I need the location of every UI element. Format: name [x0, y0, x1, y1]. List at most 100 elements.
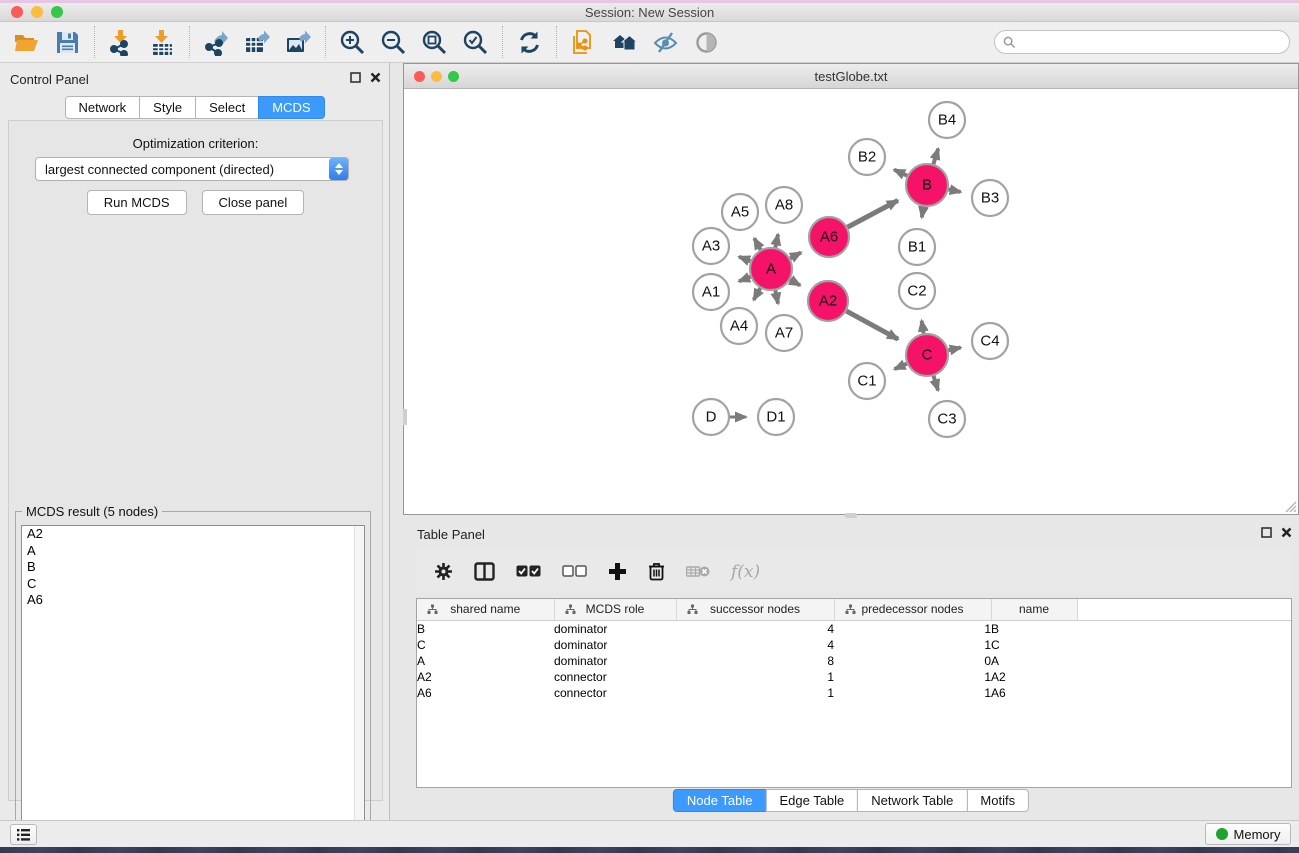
edge-A-A8[interactable]: [775, 234, 778, 248]
zoom-fit-icon[interactable]: [421, 29, 448, 56]
splitter-handle[interactable]: [403, 409, 407, 425]
zoom-in-icon[interactable]: [339, 29, 366, 56]
cell-predecessor-nodes[interactable]: 1: [834, 669, 991, 685]
node-C4[interactable]: C4: [972, 323, 1008, 359]
tab-motifs[interactable]: Motifs: [966, 789, 1029, 812]
node-A2[interactable]: A2: [808, 281, 848, 321]
edge-A6-B[interactable]: [847, 200, 898, 227]
cell-name[interactable]: A2: [991, 669, 1077, 685]
tab-network[interactable]: Network: [64, 96, 140, 119]
cell-name[interactable]: A: [991, 653, 1077, 669]
edge-A-A4[interactable]: [754, 287, 761, 300]
tab-node-table[interactable]: Node Table: [673, 789, 767, 812]
clone-network-icon[interactable]: [570, 29, 597, 56]
edge-A-A2[interactable]: [789, 279, 800, 285]
node-C[interactable]: C: [906, 334, 948, 376]
cell-successor-nodes[interactable]: 8: [676, 653, 834, 669]
splitter-handle[interactable]: [845, 513, 857, 518]
cell-successor-nodes[interactable]: 4: [676, 637, 834, 653]
tab-edge-table[interactable]: Edge Table: [765, 789, 858, 812]
optimization-criterion-select[interactable]: largest connected component (directed): [35, 157, 349, 181]
cell-MCDS-role[interactable]: dominator: [554, 653, 676, 669]
table-row[interactable]: Adominator80A: [417, 653, 1292, 669]
edge-A-A3[interactable]: [739, 257, 751, 262]
show-panels-button[interactable]: [10, 824, 37, 845]
node-A7[interactable]: A7: [766, 315, 802, 351]
delete-column-icon[interactable]: [648, 562, 665, 581]
edge-B-B1[interactable]: [922, 206, 924, 218]
tab-network-table[interactable]: Network Table: [857, 789, 967, 812]
mcds-result-item[interactable]: A6: [22, 592, 364, 609]
cell-predecessor-nodes[interactable]: 1: [834, 637, 991, 653]
close-panel-icon[interactable]: [1281, 527, 1292, 538]
import-network-icon[interactable]: [108, 29, 135, 56]
edge-A-A5[interactable]: [754, 238, 761, 250]
column-header-successor-nodes[interactable]: successor nodes: [676, 599, 834, 620]
memory-button[interactable]: Memory: [1205, 823, 1291, 845]
search-field[interactable]: [994, 30, 1290, 54]
node-B2[interactable]: B2: [849, 139, 885, 175]
node-B4[interactable]: B4: [929, 102, 965, 138]
edge-A-A6[interactable]: [789, 252, 801, 258]
node-C1[interactable]: C1: [849, 363, 885, 399]
cell-MCDS-role[interactable]: dominator: [554, 637, 676, 653]
tab-mcds[interactable]: MCDS: [258, 96, 324, 119]
node-B[interactable]: B: [906, 164, 948, 206]
mcds-result-item[interactable]: A2: [22, 526, 364, 543]
scrollbar[interactable]: [354, 526, 364, 849]
cell-shared-name[interactable]: B: [417, 620, 554, 637]
delete-table-icon[interactable]: [686, 564, 710, 579]
search-input[interactable]: [1021, 35, 1289, 50]
node-C3[interactable]: C3: [929, 401, 965, 437]
tab-style[interactable]: Style: [139, 96, 196, 119]
add-column-icon[interactable]: [608, 562, 627, 581]
mcds-result-item[interactable]: B: [22, 559, 364, 576]
cell-shared-name[interactable]: A6: [417, 685, 554, 701]
column-header-shared-name[interactable]: shared name: [417, 599, 554, 620]
network-graph[interactable]: B4B2BB3A5A8A6B1A3AC2A1A2A4A7C4CC1C3DD1: [404, 89, 1298, 514]
edge-B-B4[interactable]: [933, 149, 938, 165]
node-A8[interactable]: A8: [766, 187, 802, 223]
export-image-icon[interactable]: [285, 29, 312, 56]
cell-successor-nodes[interactable]: 1: [676, 685, 834, 701]
close-panel-button[interactable]: Close panel: [202, 190, 305, 215]
node-A5[interactable]: A5: [722, 194, 758, 230]
cell-shared-name[interactable]: A: [417, 653, 554, 669]
cell-successor-nodes[interactable]: 1: [676, 669, 834, 685]
node-A4[interactable]: A4: [721, 308, 757, 344]
table-row[interactable]: Cdominator41C: [417, 637, 1292, 653]
network-canvas[interactable]: B4B2BB3A5A8A6B1A3AC2A1A2A4A7C4CC1C3DD1: [404, 89, 1298, 514]
import-table-icon[interactable]: [149, 29, 176, 56]
edge-B-B2[interactable]: [894, 170, 908, 176]
cell-predecessor-nodes[interactable]: 1: [834, 620, 991, 637]
home-icon[interactable]: [611, 29, 638, 56]
select-all-icon[interactable]: [516, 565, 541, 578]
show-view-icon[interactable]: [693, 29, 720, 56]
table-row[interactable]: Bdominator41B: [417, 620, 1292, 637]
tab-select[interactable]: Select: [195, 96, 259, 119]
cell-predecessor-nodes[interactable]: 1: [834, 685, 991, 701]
edge-B-B3[interactable]: [948, 189, 961, 192]
node-D1[interactable]: D1: [758, 399, 794, 435]
cell-MCDS-role[interactable]: connector: [554, 669, 676, 685]
node-D[interactable]: D: [693, 399, 729, 435]
cell-name[interactable]: B: [991, 620, 1077, 637]
network-window-titlebar[interactable]: testGlobe.txt: [404, 64, 1298, 89]
float-panel-icon[interactable]: [350, 72, 361, 83]
node-A1[interactable]: A1: [693, 274, 729, 310]
cell-shared-name[interactable]: A2: [417, 669, 554, 685]
column-header-predecessor-nodes[interactable]: predecessor nodes: [834, 599, 991, 620]
cell-name[interactable]: A6: [991, 685, 1077, 701]
cell-MCDS-role[interactable]: dominator: [554, 620, 676, 637]
node-C2[interactable]: C2: [899, 273, 935, 309]
edge-C-C4[interactable]: [947, 348, 960, 351]
node-A6[interactable]: A6: [809, 217, 849, 257]
split-view-icon[interactable]: [474, 562, 495, 581]
refresh-icon[interactable]: [516, 29, 543, 56]
open-session-icon[interactable]: [13, 29, 40, 56]
edge-C-C2[interactable]: [922, 321, 924, 335]
cell-successor-nodes[interactable]: 4: [676, 620, 834, 637]
cell-MCDS-role[interactable]: connector: [554, 685, 676, 701]
table-row[interactable]: A2connector11A2: [417, 669, 1292, 685]
export-table-icon[interactable]: [244, 29, 271, 56]
